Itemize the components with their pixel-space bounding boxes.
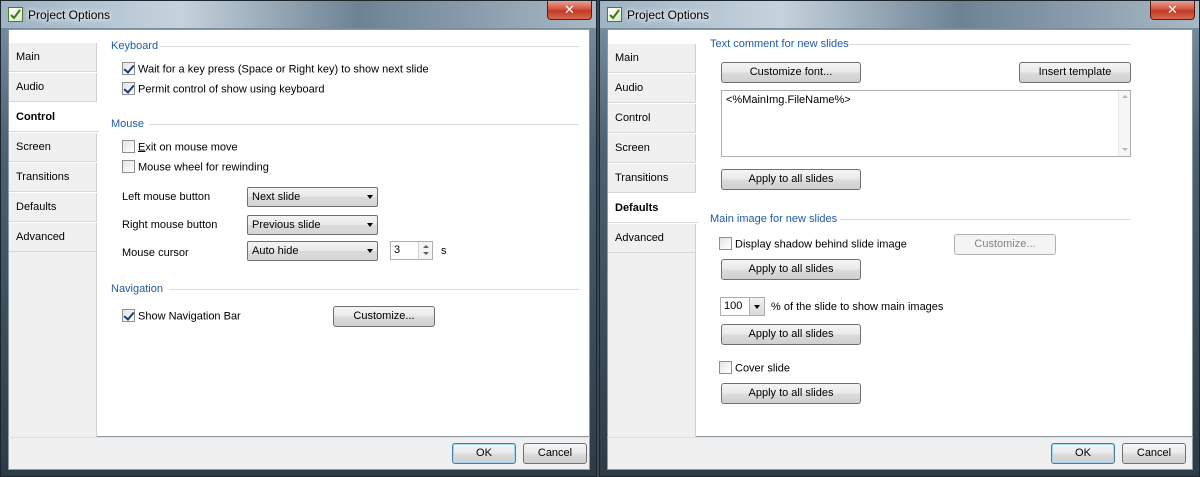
insert-template-button[interactable]: Insert template [1019,62,1131,83]
keyboard-section-heading: Keyboard [111,40,159,52]
mouse-section-heading: Mouse [111,118,145,130]
cancel-button[interactable]: Cancel [1122,443,1186,464]
main-image-section-heading: Main image for new slides [710,213,838,225]
window-title: Project Options [627,8,710,22]
sidebar-item-main[interactable]: Main [9,42,97,72]
ok-button[interactable]: OK [452,443,516,464]
sidebar-item-main[interactable]: Main [608,43,696,73]
sidebar-item-control[interactable]: Control [9,102,99,132]
project-options-window-control: Project Options ✕ Main Audio Control Scr… [0,0,597,477]
close-window-button[interactable]: ✕ [1150,1,1195,20]
sidebar-item-defaults[interactable]: Defaults [608,193,698,223]
mouse-cursor-label: Mouse cursor [122,247,189,259]
navigation-customize-button[interactable]: Customize... [333,306,435,327]
navigation-section-heading: Navigation [111,283,163,295]
display-shadow-checkbox-row[interactable]: Display shadow behind slide image [719,237,907,252]
keyboard-separator [159,46,579,47]
sidebar-item-advanced[interactable]: Advanced [9,222,97,252]
text-comment-section-heading: Text comment for new slides [710,38,849,50]
chevron-down-icon [367,249,373,253]
scroll-up-icon [1122,95,1128,98]
main-image-separator [840,219,1130,220]
cover-slide-label: Cover slide [735,362,791,375]
dialog-client-area: Main Audio Control Screen Transitions De… [8,29,590,437]
chevron-down-icon [367,223,373,227]
text-comment-separator [850,44,1130,45]
mouse-cursor-select[interactable]: Auto hide [247,241,378,261]
sidebar-item-advanced[interactable]: Advanced [608,223,696,253]
apply-shadow-to-all-button[interactable]: Apply to all slides [721,259,861,280]
wait-key-checkbox[interactable] [122,62,135,75]
wheel-rewind-label: Mouse wheel for rewinding [138,161,269,174]
cover-slide-checkbox[interactable] [719,361,732,374]
project-options-window-defaults: Project Options ✕ Main Audio Control Scr… [599,0,1200,477]
wheel-rewind-checkbox-row[interactable]: Mouse wheel for rewinding [122,160,269,175]
app-icon [8,7,23,22]
apply-percent-to-all-button[interactable]: Apply to all slides [721,324,861,345]
mouse-cursor-value: Auto hide [252,245,299,257]
options-sidebar: Main Audio Control Screen Transitions De… [9,42,99,437]
title-bar[interactable]: Project Options ✕ [600,1,1199,28]
cursor-seconds-unit: s [441,245,447,257]
navigation-separator [169,289,579,290]
sidebar-item-screen[interactable]: Screen [9,132,97,162]
image-percent-select[interactable]: 100 [720,297,765,316]
spinner-arrows-icon[interactable] [418,242,432,259]
slide-comment-text: <%MainImg.FileName%> [726,94,851,106]
show-nav-bar-checkbox-row[interactable]: Show Navigation Bar [122,309,241,324]
sidebar-item-transitions[interactable]: Transitions [9,162,97,192]
show-nav-bar-checkbox[interactable] [122,309,135,322]
sidebar-item-screen[interactable]: Screen [608,133,696,163]
left-button-label: Left mouse button [122,191,211,203]
cursor-seconds-spinner[interactable]: 3 [390,241,433,260]
dialog-client-area: Main Audio Control Screen Transitions De… [607,29,1193,438]
customize-font-button[interactable]: Customize font... [721,62,861,83]
chevron-down-icon [367,195,373,199]
exit-on-move-checkbox-row[interactable]: Exit on mouse move [122,140,238,155]
title-bar[interactable]: Project Options ✕ [1,1,596,28]
mouse-separator [149,124,579,125]
image-percent-label: % of the slide to show main images [771,301,944,313]
display-shadow-checkbox[interactable] [719,237,732,250]
left-button-select[interactable]: Next slide [247,187,378,207]
wheel-rewind-checkbox[interactable] [122,160,135,173]
dialog-footer: OK Cancel [8,437,590,470]
right-button-select[interactable]: Previous slide [247,215,378,235]
apply-cover-to-all-button[interactable]: Apply to all slides [721,383,861,404]
dialog-footer: OK Cancel [607,437,1193,470]
sidebar-item-audio[interactable]: Audio [608,73,696,103]
permit-control-label: Permit control of show using keyboard [138,83,325,96]
shadow-customize-button[interactable]: Customize... [954,234,1056,255]
image-percent-value: 100 [724,300,743,312]
sidebar-item-control[interactable]: Control [608,103,696,133]
textarea-scrollbar[interactable] [1118,91,1130,156]
sidebar-item-defaults[interactable]: Defaults [9,192,97,222]
permit-control-checkbox[interactable] [122,82,135,95]
ok-button[interactable]: OK [1051,443,1115,464]
right-button-value: Previous slide [252,219,321,231]
cancel-button[interactable]: Cancel [523,443,587,464]
left-button-value: Next slide [252,191,301,203]
exit-on-move-checkbox[interactable] [122,140,135,153]
cursor-seconds-value: 3 [394,244,401,256]
options-sidebar: Main Audio Control Screen Transitions De… [608,43,698,438]
wait-key-label: Wait for a key press (Space or Right key… [138,63,429,76]
window-title: Project Options [28,8,111,22]
chevron-down-icon[interactable] [749,298,764,315]
permit-control-checkbox-row[interactable]: Permit control of show using keyboard [122,82,325,97]
exit-on-move-label: xit on mouse move [145,141,238,154]
right-button-label: Right mouse button [122,219,218,231]
sidebar-item-transitions[interactable]: Transitions [608,163,696,193]
sidebar-item-audio[interactable]: Audio [9,72,97,102]
apply-comment-to-all-button[interactable]: Apply to all slides [721,169,861,190]
cover-slide-checkbox-row[interactable]: Cover slide [719,361,791,376]
slide-comment-textarea[interactable]: <%MainImg.FileName%> [721,90,1131,157]
close-window-button[interactable]: ✕ [547,1,592,20]
app-icon [607,7,622,22]
scroll-down-icon [1122,148,1128,151]
show-nav-bar-label: Show Navigation Bar [138,310,241,323]
display-shadow-label: Display shadow behind slide image [735,238,907,251]
wait-key-checkbox-row[interactable]: Wait for a key press (Space or Right key… [122,62,429,77]
